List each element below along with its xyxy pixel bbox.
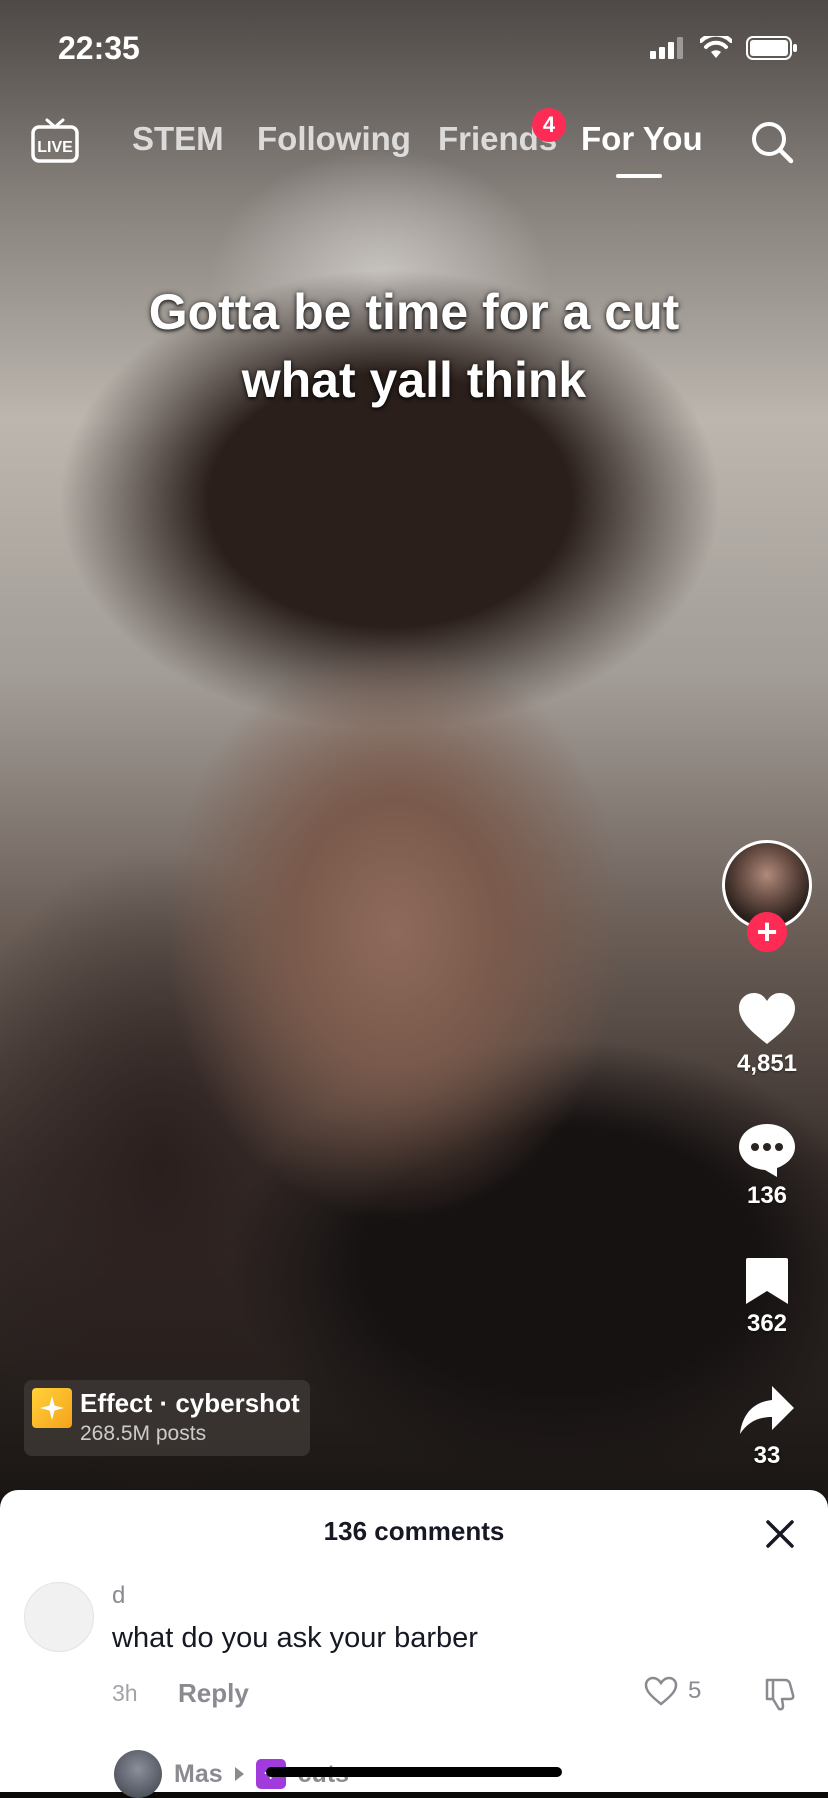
caption-line-2: what yall think xyxy=(241,352,587,408)
share-button[interactable]: 33 xyxy=(720,1384,814,1470)
comments-title: 136 comments xyxy=(323,1516,505,1546)
status-icons xyxy=(650,36,798,60)
search-icon[interactable] xyxy=(748,118,796,166)
caption-line-1: Gotta be time for a cut xyxy=(148,284,680,340)
comment-text: what do you ask your barber xyxy=(112,1622,478,1654)
like-count: 4,851 xyxy=(736,1050,798,1077)
effect-chip[interactable]: Effect · cybershot 268.5M posts xyxy=(24,1380,310,1456)
reply-arrow-icon xyxy=(234,1767,244,1781)
comment-username[interactable]: d xyxy=(112,1582,125,1610)
bookmark-count: 362 xyxy=(746,1310,788,1337)
live-tv-icon[interactable]: LIVE xyxy=(30,116,80,166)
tab-following[interactable]: Following xyxy=(257,120,411,158)
comment-timestamp: 3h xyxy=(112,1680,138,1706)
comment-like-count: 5 xyxy=(688,1677,702,1704)
reply-username[interactable]: Mas xyxy=(174,1760,223,1789)
creator-avatar-button[interactable]: + xyxy=(722,840,812,952)
video-player[interactable] xyxy=(0,0,828,1500)
bookmark-icon xyxy=(746,1258,788,1304)
comments-sheet: 136 comments d what do you ask your barb… xyxy=(0,1490,828,1798)
active-tab-indicator xyxy=(616,174,662,178)
tab-for-you[interactable]: For You xyxy=(581,120,703,158)
wifi-icon xyxy=(700,36,732,58)
reply-avatar[interactable] xyxy=(114,1750,162,1798)
effect-post-count: 268.5M posts xyxy=(80,1422,207,1445)
close-icon[interactable] xyxy=(760,1514,800,1554)
effect-icon xyxy=(32,1388,72,1428)
like-button[interactable]: 4,851 xyxy=(720,992,814,1078)
home-indicator[interactable] xyxy=(266,1767,562,1777)
status-bar: 22:35 xyxy=(0,0,828,100)
plus-icon[interactable]: + xyxy=(747,912,787,952)
comment-icon xyxy=(739,1124,795,1177)
comment-avatar[interactable] xyxy=(24,1582,94,1652)
reply-button[interactable]: Reply xyxy=(178,1678,249,1709)
effect-title: Effect · cybershot xyxy=(80,1388,300,1418)
share-icon xyxy=(740,1386,794,1434)
heart-icon xyxy=(739,993,795,1044)
tab-stem[interactable]: STEM xyxy=(132,120,224,158)
cellular-signal-icon xyxy=(650,37,683,59)
video-caption: Gotta be time for a cut what yall think xyxy=(60,278,768,414)
comment-count: 136 xyxy=(746,1182,788,1209)
top-navigation: LIVE STEM Following Friends 4 For You xyxy=(0,108,828,180)
bookmark-button[interactable]: 362 xyxy=(720,1256,814,1338)
friends-notification-badge: 4 xyxy=(532,108,566,142)
live-label: LIVE xyxy=(37,139,73,156)
comment-like-button[interactable]: 5 xyxy=(644,1676,701,1706)
status-time: 22:35 xyxy=(58,30,140,66)
dislike-icon[interactable] xyxy=(762,1676,798,1712)
battery-icon xyxy=(746,36,797,60)
share-count: 33 xyxy=(753,1442,781,1469)
comment-button[interactable]: 136 xyxy=(720,1122,814,1210)
heart-outline-icon xyxy=(644,1676,678,1706)
